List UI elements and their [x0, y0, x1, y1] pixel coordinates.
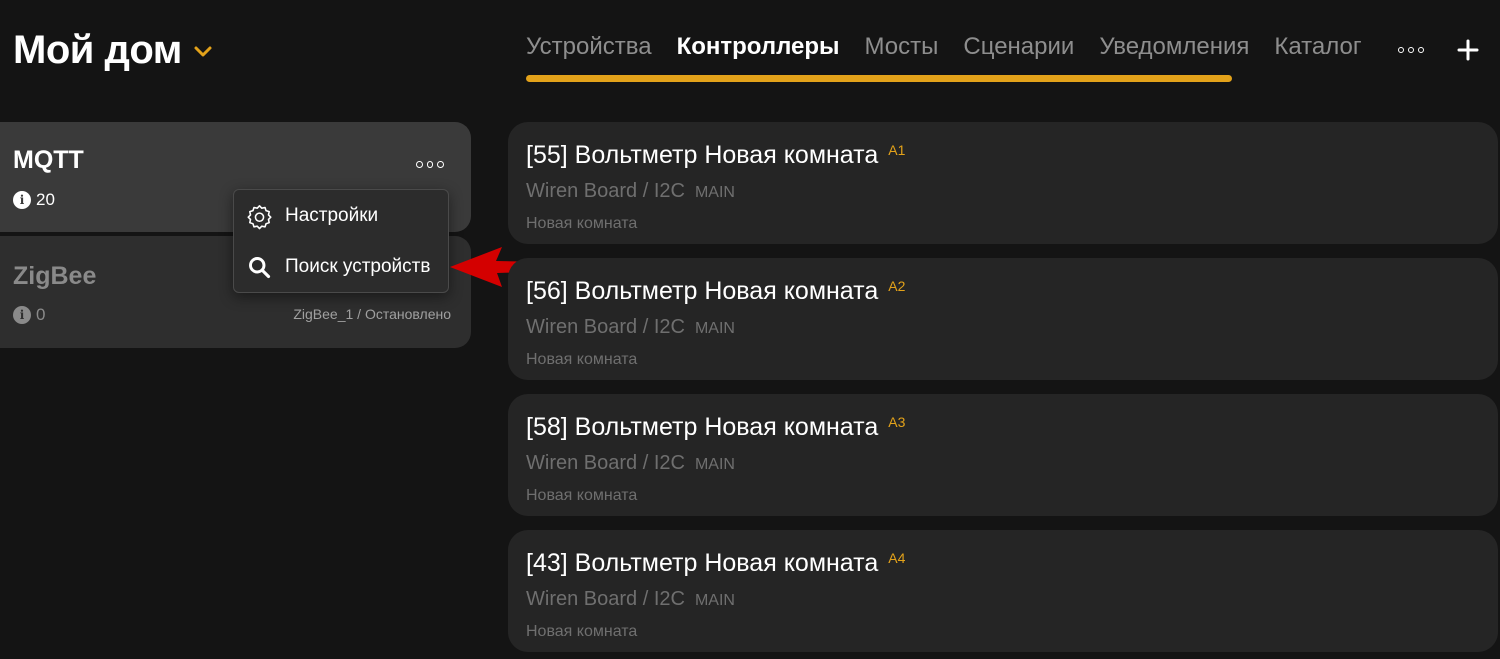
device-type: Wiren Board / I2C — [526, 452, 685, 474]
tab-bar: Устройства Контроллеры Мосты Сценарии Ув… — [526, 32, 1362, 62]
home-title: Мой дом — [13, 28, 182, 72]
controller-menu-button[interactable] — [416, 157, 445, 171]
device-room: Новая комната — [526, 487, 638, 504]
tab-bridges[interactable]: Мосты — [865, 32, 939, 62]
device-card[interactable]: [56] Вольтметр Новая комната A2 Wiren Bo… — [508, 258, 1498, 380]
search-icon — [249, 256, 271, 278]
page: Мой дом Устройства Контроллеры Мосты Сце… — [0, 0, 1500, 659]
tab-notifications[interactable]: Уведомления — [1099, 32, 1249, 62]
plus-icon[interactable] — [1456, 38, 1480, 62]
device-tag: MAIN — [694, 456, 735, 473]
controller-device-count: i 20 — [13, 190, 55, 210]
info-icon: i — [13, 306, 31, 324]
controller-device-count: i 0 — [13, 305, 45, 325]
device-room: Новая комната — [526, 351, 638, 368]
tab-active-indicator — [526, 75, 1232, 82]
menu-item-device-search[interactable]: Поиск устройств — [246, 252, 430, 282]
menu-item-label: Настройки — [285, 205, 379, 226]
device-type: Wiren Board / I2C — [526, 588, 685, 610]
device-title: [58] Вольтметр Новая комната — [526, 413, 879, 441]
info-icon: i — [13, 191, 31, 209]
home-selector[interactable]: Мой дом — [13, 28, 214, 73]
device-title: [56] Вольтметр Новая комната — [526, 277, 879, 305]
device-title: [55] Вольтметр Новая комната — [526, 141, 879, 169]
device-card[interactable]: [43] Вольтметр Новая комната A4 Wiren Bo… — [508, 530, 1498, 652]
device-room: Новая комната — [526, 215, 638, 232]
controller-status: ZigBee_1 / Остановлено — [293, 306, 451, 322]
controller-count-value: 20 — [36, 190, 55, 209]
menu-item-settings[interactable]: Настройки — [246, 201, 378, 231]
controller-name: ZigBee — [13, 262, 97, 290]
device-card[interactable]: [55] Вольтметр Новая комната A1 Wiren Bo… — [508, 122, 1498, 244]
controller-context-menu: Настройки Поиск устройств — [233, 189, 449, 293]
device-tag: MAIN — [694, 592, 735, 609]
gear-icon — [247, 204, 272, 229]
device-card[interactable]: [58] Вольтметр Новая комната A3 Wiren Bo… — [508, 394, 1498, 516]
controller-count-value: 0 — [36, 305, 46, 324]
device-type: Wiren Board / I2C — [526, 316, 685, 338]
tab-controllers[interactable]: Контроллеры — [677, 32, 840, 62]
tab-catalog[interactable]: Каталог — [1274, 32, 1361, 62]
device-room: Новая комната — [526, 623, 638, 640]
tab-scenarios[interactable]: Сценарии — [963, 32, 1074, 62]
device-type: Wiren Board / I2C — [526, 180, 685, 202]
tab-devices[interactable]: Устройства — [526, 32, 652, 62]
device-tag: MAIN — [694, 320, 735, 337]
chevron-down-icon — [194, 46, 212, 56]
device-badge: A1 — [888, 142, 906, 158]
device-badge: A4 — [888, 550, 906, 566]
menu-item-label: Поиск устройств — [285, 256, 431, 277]
device-tag: MAIN — [694, 184, 735, 201]
device-badge: A3 — [888, 414, 906, 430]
more-horizontal-icon[interactable] — [1398, 40, 1428, 60]
device-title: [43] Вольтметр Новая комната — [526, 549, 879, 577]
device-badge: A2 — [888, 278, 906, 294]
controller-name: MQTT — [13, 146, 84, 174]
